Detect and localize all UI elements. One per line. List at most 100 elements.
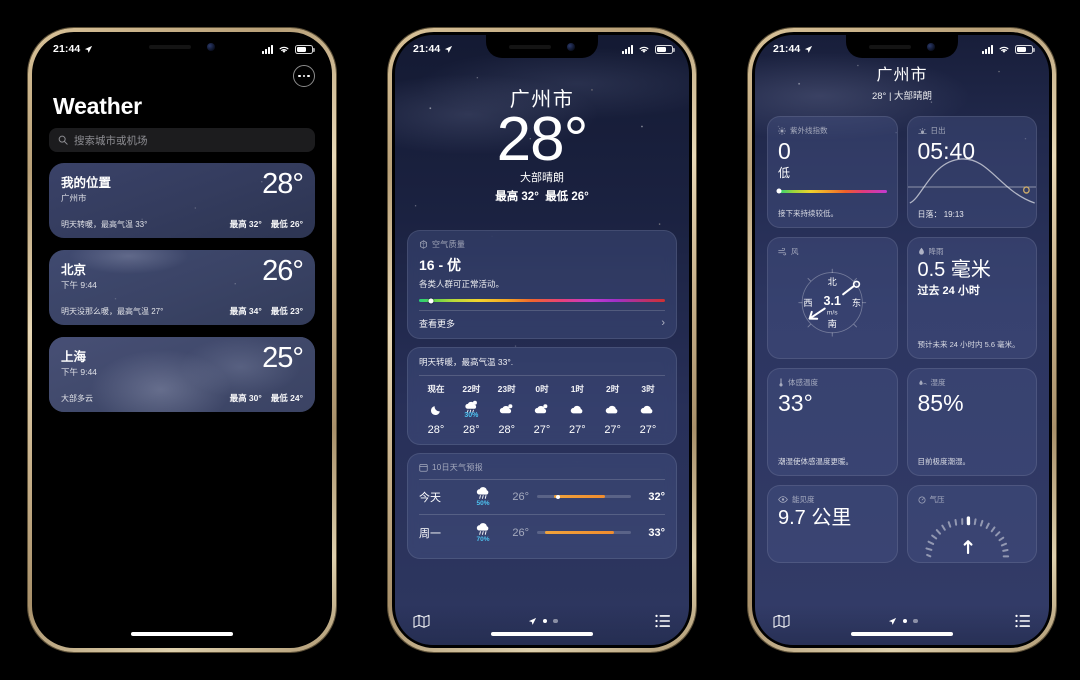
phone-2: 21:44 广州市 28° 大部晴朗 最高 32° 最低 26° 空气质量 16… xyxy=(388,28,696,652)
city-high: 最高 32° xyxy=(229,219,262,229)
hour-temp: 27° xyxy=(568,423,586,436)
day-label: 周一 xyxy=(419,527,441,540)
aqi-scale-bar xyxy=(419,298,665,303)
hour-time: 2时 xyxy=(606,383,620,394)
hour-item: 23时 28° xyxy=(490,383,524,436)
card-label: 气压 xyxy=(929,495,945,504)
city-temperature: 26° xyxy=(262,255,304,287)
city-high: 最高 30° xyxy=(229,393,262,403)
card-label: 空气质量 xyxy=(432,239,466,249)
hour-time: 23时 xyxy=(497,383,516,394)
card-label: 降雨 xyxy=(928,247,944,256)
uv-icon xyxy=(778,126,786,135)
rain-drop-icon xyxy=(918,247,924,255)
wind-compass: 北 南 西 东 3.1 m/s xyxy=(798,268,867,337)
card-header: 体感温度 xyxy=(778,377,887,388)
compass-east: 东 xyxy=(852,297,861,308)
wifi-icon xyxy=(639,46,649,53)
hour-time: 3时 xyxy=(641,383,655,394)
search-input[interactable]: 搜索城市或机场 xyxy=(49,128,315,152)
city-subtitle: 广州市 xyxy=(61,193,87,203)
city-subtitle: 下午 9:44 xyxy=(61,280,97,290)
home-indicator[interactable] xyxy=(851,632,953,636)
calendar-icon xyxy=(419,463,428,472)
city-description: 明天没那么暖，最高气温 27° xyxy=(61,307,164,316)
status-indicators xyxy=(982,44,1035,54)
cloud-icon xyxy=(605,406,618,414)
map-icon[interactable] xyxy=(413,614,430,629)
uv-footer: 接下来持续较低。 xyxy=(778,208,838,218)
page-indicator xyxy=(528,617,558,626)
air-quality-card[interactable]: 空气质量 16 - 优 各类人群可正常活动。 查看更多 › xyxy=(407,229,677,339)
hour-temp: 28° xyxy=(427,423,445,436)
cloud-moon-icon xyxy=(535,404,548,414)
city-card[interactable]: 北京 下午 9:44 明天没那么暖，最高气温 27° 26° 最高 34° 最低… xyxy=(49,250,315,325)
feels-like-value: 33° xyxy=(778,390,813,416)
home-indicator[interactable] xyxy=(131,632,233,636)
list-icon[interactable] xyxy=(1015,614,1031,628)
cellular-signal-icon xyxy=(622,44,633,54)
list-icon[interactable] xyxy=(655,614,671,628)
rainfall-card[interactable]: 降雨 0.5 毫米 过去 24 小时 预计未来 24 小时内 5.6 毫米。 xyxy=(906,237,1037,359)
hour-item: 0时 27° xyxy=(525,383,559,436)
feels-like-card[interactable]: 体感温度 33° 潮湿使体感温度更暖。 xyxy=(767,368,898,476)
rain-icon xyxy=(476,487,488,500)
humidity-card[interactable]: 湿度 85% 目前极度潮湿。 xyxy=(906,368,1037,476)
uv-scale-bar xyxy=(776,188,887,194)
visibility-card[interactable]: 能见度 9.7 公里 xyxy=(767,485,898,563)
weather-cards-scroll[interactable]: 空气质量 16 - 优 各类人群可正常活动。 查看更多 › 明天转暖，最高气温 … xyxy=(395,229,689,559)
sunrise-icon xyxy=(917,127,927,134)
battery-icon xyxy=(1015,44,1035,54)
uv-index-card[interactable]: 紫外线指数 0 低 接下来持续较低。 xyxy=(767,116,898,228)
phone-3: 21:44 广州市 28° | 大部晴朗 紫外线指数 0 低 接下来持续较低。 … xyxy=(748,28,1056,652)
earpiece-speaker xyxy=(869,44,911,49)
wind-card[interactable]: 风 北 南 西 东 3.1 m/s xyxy=(767,237,898,359)
sun-path-chart xyxy=(907,149,1036,205)
daily-forecast-card[interactable]: 10日天气预报 今天 50% 26° 32° 周一 70% 26° 33° xyxy=(407,452,677,559)
city-name: 我的位置 xyxy=(61,176,112,190)
hour-item: 1时 27° xyxy=(560,383,594,436)
home-indicator[interactable] xyxy=(491,632,593,636)
page-dot[interactable] xyxy=(913,618,918,624)
pressure-card[interactable]: 气压 xyxy=(906,485,1037,563)
card-header: 降雨 xyxy=(918,246,1027,257)
uv-level: 低 xyxy=(778,166,791,181)
aqi-more-link[interactable]: 查看更多 › xyxy=(419,317,665,330)
compass-north: 北 xyxy=(828,277,837,287)
city-description: 明天转暖，最高气温 33° xyxy=(61,220,148,229)
wifi-icon xyxy=(999,46,1009,53)
daily-row: 今天 50% 26° 32° xyxy=(419,479,665,514)
uv-scale-marker xyxy=(776,188,782,194)
hero-temperature: 28° xyxy=(496,105,589,174)
status-indicators xyxy=(622,44,675,54)
status-time-group: 21:44 xyxy=(773,43,813,55)
page-dot[interactable] xyxy=(542,618,547,624)
pressure-icon xyxy=(918,496,925,503)
map-icon[interactable] xyxy=(773,614,790,629)
notch xyxy=(126,35,238,58)
page-dot[interactable] xyxy=(902,618,907,624)
search-icon xyxy=(58,135,68,145)
hourly-forecast-card[interactable]: 明天转暖，最高气温 33°. 现在 28° 22时 30% 28° 23时 28… xyxy=(407,346,677,445)
city-description: 大部多云 xyxy=(61,394,93,403)
page-dot[interactable] xyxy=(553,618,558,624)
city-card[interactable]: 上海 下午 9:44 大部多云 25° 最高 30° 最低 24° xyxy=(49,337,315,412)
humidity-footer: 目前极度潮湿。 xyxy=(917,456,971,466)
city-high: 最高 34° xyxy=(229,306,262,316)
city-card-list: 我的位置 广州市 明天转暖，最高气温 33° 28° 最高 32° 最低 26° xyxy=(49,163,315,412)
aqi-scale-marker xyxy=(428,298,434,303)
card-header: 能见度 xyxy=(778,494,887,505)
city-card[interactable]: 我的位置 广州市 明天转暖，最高气温 33° 28° 最高 32° 最低 26° xyxy=(49,163,315,238)
battery-icon xyxy=(655,44,675,54)
day-low: 26° xyxy=(512,526,529,539)
sunrise-card[interactable]: 日出 05:40 日落： 19:13 xyxy=(906,116,1037,228)
wifi-icon xyxy=(279,46,289,53)
cloud-icon xyxy=(641,406,653,414)
header-summary: 28° | 大部晴朗 xyxy=(871,91,933,102)
rain-icon xyxy=(476,523,488,535)
more-circle-icon[interactable] xyxy=(293,65,315,87)
hour-item: 现在 28° xyxy=(419,383,453,436)
detail-cards-grid[interactable]: 紫外线指数 0 低 接下来持续较低。 日出 05:40 日落： 19:13 风 … xyxy=(755,116,1049,563)
status-time: 21:44 xyxy=(53,43,81,55)
hour-time: 0时 xyxy=(535,383,549,394)
